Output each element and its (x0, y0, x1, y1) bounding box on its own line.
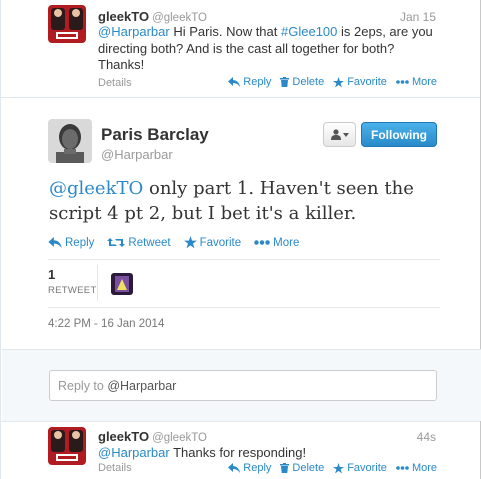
divider (48, 259, 440, 260)
favorite-button[interactable]: Favorite (333, 76, 387, 88)
mention-link[interactable]: @Harparbar (98, 24, 170, 39)
reply-button[interactable]: Reply (48, 237, 94, 249)
retweet-label: Retweet (128, 236, 171, 249)
hashtag-link[interactable]: #Glee100 (281, 24, 337, 39)
more-dots-icon (396, 80, 409, 84)
user-handle[interactable]: @gleekTO (152, 432, 207, 444)
tweet-header: gleekTO @gleekTO (98, 429, 207, 444)
reply-handle: @Harparbar (107, 379, 177, 393)
reply-label: Reply (243, 462, 272, 474)
delete-button[interactable]: Delete (280, 462, 324, 474)
more-dots-icon (396, 466, 409, 470)
reply-button[interactable]: Reply (228, 76, 271, 88)
reply-button[interactable]: Reply (228, 462, 271, 474)
user-handle[interactable]: @gleekTO (152, 12, 207, 24)
reply-input[interactable]: Reply to @Harparbar (49, 370, 437, 401)
favorite-button[interactable]: Favorite (333, 462, 387, 474)
more-label: More (411, 76, 437, 88)
reply-icon (228, 77, 241, 87)
user-name[interactable]: gleekTO (98, 429, 149, 444)
avatar[interactable] (48, 119, 92, 163)
tweet-text-part: Hi Paris. Now that (169, 24, 281, 39)
tweet-text: @gleekTO only part 1. Haven't seen the s… (49, 176, 439, 226)
mention-link[interactable]: @Harparbar (98, 445, 170, 460)
tweet-actions: Reply Delete Favorite More (228, 462, 437, 474)
tweet-text-part: Thanks for responding! (169, 445, 307, 460)
tweet-actions: Reply Delete Favorite More (228, 76, 437, 88)
more-button[interactable]: More (396, 462, 437, 474)
star-icon (333, 76, 345, 87)
divider (48, 307, 440, 308)
tweet-gleekto-question[interactable]: gleekTO @gleekTO Jan 15 @Harparbar Hi Par… (1, 0, 480, 98)
favorite-label: Favorite (347, 76, 387, 88)
favorite-label: Favorite (199, 236, 242, 249)
tweet-time[interactable]: 44s (417, 430, 436, 444)
user-name[interactable]: Paris Barclay (101, 125, 209, 145)
reply-area: Reply to @Harparbar (2, 349, 481, 421)
retweet-icon (107, 238, 126, 247)
tweet-main-permalink: Paris Barclay @Harparbar Following @glee… (1, 99, 481, 421)
tweet-gleekto-thanks[interactable]: gleekTO @gleekTO 44s @Harparbar Thanks fo… (1, 421, 480, 479)
mention-link[interactable]: @gleekTO (49, 178, 143, 199)
reply-label: Reply (65, 236, 95, 249)
details-link[interactable]: Details (98, 462, 132, 474)
retweet-count-label: RETWEET (48, 285, 97, 296)
more-label: More (411, 462, 437, 474)
user-handle[interactable]: @Harparbar (101, 147, 173, 162)
user-icon (330, 129, 349, 140)
trash-icon (280, 77, 290, 87)
reply-icon (228, 463, 241, 473)
user-actions-dropdown[interactable] (323, 122, 356, 147)
star-icon (183, 236, 197, 249)
reply-prefix: Reply to (58, 379, 108, 393)
more-label: More (273, 236, 300, 249)
avatar[interactable] (48, 427, 86, 465)
tweet-header: gleekTO @gleekTO (98, 9, 207, 24)
tweet-time[interactable]: Jan 15 (400, 10, 436, 24)
delete-button[interactable]: Delete (280, 76, 324, 88)
favorite-label: Favorite (347, 462, 387, 474)
tweet-text: @Harparbar Hi Paris. Now that #Glee100 i… (98, 24, 438, 74)
avatar[interactable] (48, 5, 86, 43)
tweet-actions: Reply Retweet Favorite More (48, 236, 299, 249)
delete-label: Delete (292, 76, 325, 88)
retweet-count[interactable]: 1 (48, 267, 55, 282)
more-button[interactable]: More (396, 76, 437, 88)
delete-label: Delete (292, 462, 325, 474)
following-button[interactable]: Following (361, 122, 437, 147)
user-name[interactable]: gleekTO (98, 9, 149, 24)
reply-icon (48, 237, 62, 248)
trash-icon (280, 463, 290, 473)
details-link[interactable]: Details (98, 77, 132, 89)
divider (97, 265, 98, 301)
tweet-timestamp: 4:22 PM - 16 Jan 2014 (48, 318, 165, 330)
favorite-button[interactable]: Favorite (183, 236, 242, 249)
more-dots-icon (254, 240, 270, 245)
reply-label: Reply (243, 76, 272, 88)
more-button[interactable]: More (254, 237, 299, 249)
star-icon (333, 462, 345, 473)
tweet-text: @Harparbar Thanks for responding! (98, 445, 438, 462)
retweet-button[interactable]: Retweet (107, 236, 171, 249)
retweeter-avatar[interactable] (111, 273, 133, 295)
